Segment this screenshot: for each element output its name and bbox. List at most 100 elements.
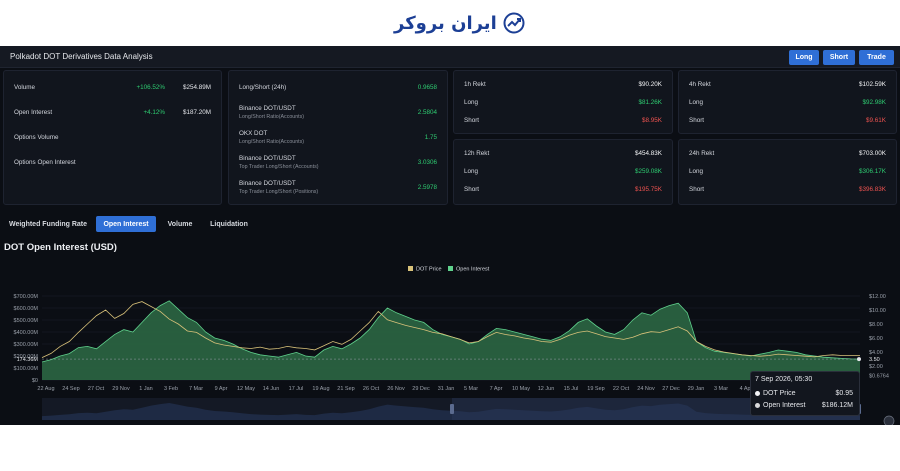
x-tick: 14 Jun bbox=[263, 386, 280, 392]
page-title: Polkadot DOT Derivatives Data Analysis bbox=[10, 52, 153, 61]
rekt-4h-long-label: Long bbox=[689, 99, 704, 106]
rekt-12h-short-label: Short bbox=[464, 186, 480, 193]
y-right-tick: $12.00 bbox=[869, 294, 886, 300]
y-left-tick: $500.00M bbox=[14, 318, 39, 324]
summary-card: Volume +106.52% $254.89M Open Interest +… bbox=[3, 70, 222, 205]
brand-chart-icon bbox=[503, 12, 525, 34]
open-interest-area bbox=[42, 300, 860, 380]
tab-volume[interactable]: Volume bbox=[162, 216, 198, 232]
rekt-4h-card: 4h Rekt $102.59K Long $92.98K Short $9.61K bbox=[678, 70, 897, 134]
y-right-tick: $2.00 bbox=[869, 364, 883, 370]
y-right-tick: $10.00 bbox=[869, 308, 886, 314]
long-short-card: Long/Short (24h) 0.9658 Binance DOT/USDT… bbox=[228, 70, 448, 205]
open-interest-value: $187.20M bbox=[182, 109, 211, 116]
okx-row: OKX DOT Long/Short Ratio(Accounts) 1.75 bbox=[229, 130, 447, 145]
x-tick: 9 Apr bbox=[215, 386, 228, 392]
options-volume-label: Options Volume bbox=[14, 134, 59, 141]
volume-label: Volume bbox=[14, 84, 36, 91]
rekt-4h-total: $102.59K bbox=[859, 81, 886, 88]
okx-label: OKX DOT bbox=[239, 130, 268, 137]
x-tick: 7 Mar bbox=[189, 386, 203, 392]
rekt-12h-short: $195.75K bbox=[635, 186, 662, 193]
tooltip-price-row: DOT Price $0.95 bbox=[755, 390, 853, 400]
x-tick: 10 May bbox=[512, 386, 530, 392]
rekt-12h-long: $259.08K bbox=[635, 168, 662, 175]
ls24-row: Long/Short (24h) 0.9658 bbox=[229, 84, 447, 96]
current-oi-label: 174.36M bbox=[17, 357, 39, 363]
options-open-interest-row: Options Open Interest bbox=[4, 159, 221, 171]
x-tick: 21 Sep bbox=[337, 386, 354, 392]
rekt-12h-total: $454.83K bbox=[635, 150, 662, 157]
volume-change: +106.52% bbox=[136, 84, 165, 91]
x-tick: 26 Nov bbox=[387, 386, 405, 392]
rekt-12h-title: 12h Rekt bbox=[464, 150, 490, 157]
x-tick: 22 Oct bbox=[613, 386, 630, 392]
y-right-tick: $4.00 bbox=[869, 350, 883, 356]
tab-weighted-funding-rate[interactable]: Weighted Funding Rate bbox=[5, 216, 91, 232]
legend-oi-swatch bbox=[448, 266, 453, 271]
reset-zoom-icon[interactable] bbox=[883, 415, 895, 425]
y-left-tick: $600.00M bbox=[14, 306, 39, 312]
binance-top-accounts-sub: Top Trader Long/Short (Accounts) bbox=[239, 164, 319, 170]
x-tick: 19 Aug bbox=[312, 386, 329, 392]
tooltip-price-value: $0.95 bbox=[835, 390, 853, 397]
open-interest-row: Open Interest +4.12% $187.20M bbox=[4, 109, 221, 121]
chart-tooltip: 7 Sep 2026, 05:30 DOT Price $0.95 Open I… bbox=[750, 371, 860, 416]
x-tick: 19 Sep bbox=[587, 386, 604, 392]
options-open-interest-label: Options Open Interest bbox=[14, 159, 76, 166]
y-left-tick: $700.00M bbox=[14, 294, 39, 300]
x-tick: 22 Aug bbox=[37, 386, 54, 392]
rekt-1h-long: $81.26K bbox=[638, 99, 662, 106]
binance-accounts-row: Binance DOT/USDT Long/Short Ratio(Accoun… bbox=[229, 105, 447, 120]
volume-value: $254.89M bbox=[182, 84, 211, 91]
binance-top-accounts-value: 3.0306 bbox=[417, 159, 437, 166]
tooltip-oi-value: $186.12M bbox=[821, 402, 853, 409]
navigator-left-handle bbox=[450, 404, 454, 414]
derivatives-app: Polkadot DOT Derivatives Data Analysis L… bbox=[0, 46, 900, 425]
tooltip-oi-label: Open Interest bbox=[763, 402, 806, 409]
tab-liquidation[interactable]: Liquidation bbox=[206, 216, 252, 232]
open-interest-label: Open Interest bbox=[14, 109, 53, 116]
rekt-24h-long: $306.17K bbox=[859, 168, 886, 175]
long-button[interactable]: Long bbox=[789, 50, 819, 65]
brand-logo[interactable]: ایران بروکر bbox=[394, 10, 525, 36]
tooltip-price-label: DOT Price bbox=[763, 390, 796, 397]
rekt-1h-long-label: Long bbox=[464, 99, 479, 106]
y-left-tick: $400.00M bbox=[14, 330, 39, 336]
y-left-tick: $300.00M bbox=[14, 342, 39, 348]
x-tick: 12 Jun bbox=[538, 386, 555, 392]
page-header: Polkadot DOT Derivatives Data Analysis L… bbox=[0, 46, 900, 68]
x-tick: 12 May bbox=[237, 386, 255, 392]
legend-price-swatch bbox=[408, 266, 413, 271]
x-tick: 29 Dec bbox=[412, 386, 430, 392]
binance-top-accounts-label: Binance DOT/USDT bbox=[239, 155, 296, 162]
x-tick: 27 Oct bbox=[88, 386, 105, 392]
x-tick: 24 Nov bbox=[637, 386, 655, 392]
legend-oi-label: Open Interest bbox=[456, 267, 490, 273]
rekt-24h-short-label: Short bbox=[689, 186, 705, 193]
ls24-label: Long/Short (24h) bbox=[239, 84, 287, 91]
chart-title: DOT Open Interest (USD) bbox=[4, 242, 117, 253]
rekt-4h-short-label: Short bbox=[689, 117, 705, 124]
short-button[interactable]: Short bbox=[823, 50, 855, 65]
rekt-1h-card: 1h Rekt $90.20K Long $81.26K Short $8.95K bbox=[453, 70, 673, 134]
trade-button[interactable]: Trade bbox=[859, 50, 894, 65]
current-price-label: 3.50 bbox=[869, 357, 880, 363]
binance-accounts-value: 2.5804 bbox=[417, 109, 437, 116]
y-right-tick: $8.00 bbox=[869, 322, 883, 328]
tab-open-interest[interactable]: Open Interest bbox=[96, 216, 156, 232]
x-tick: 1 Jan bbox=[139, 386, 152, 392]
rekt-12h-card: 12h Rekt $454.83K Long $259.08K Short $195.… bbox=[453, 139, 673, 205]
price-dot-icon bbox=[755, 390, 760, 396]
rekt-1h-short-label: Short bbox=[464, 117, 480, 124]
brand-logo-text: ایران بروکر bbox=[394, 12, 497, 34]
rekt-24h-title: 24h Rekt bbox=[689, 150, 715, 157]
x-tick: 3 Mar bbox=[714, 386, 728, 392]
binance-top-positions-row: Binance DOT/USDT Top Trader Long/Short (… bbox=[229, 180, 447, 195]
rekt-1h-short: $8.95K bbox=[642, 117, 662, 124]
x-tick: 3 Feb bbox=[164, 386, 178, 392]
x-tick: 31 Jan bbox=[438, 386, 455, 392]
y-right-tick: $0.6764 bbox=[869, 373, 889, 379]
x-tick: 29 Jan bbox=[688, 386, 705, 392]
x-tick: 15 Jul bbox=[564, 386, 579, 392]
